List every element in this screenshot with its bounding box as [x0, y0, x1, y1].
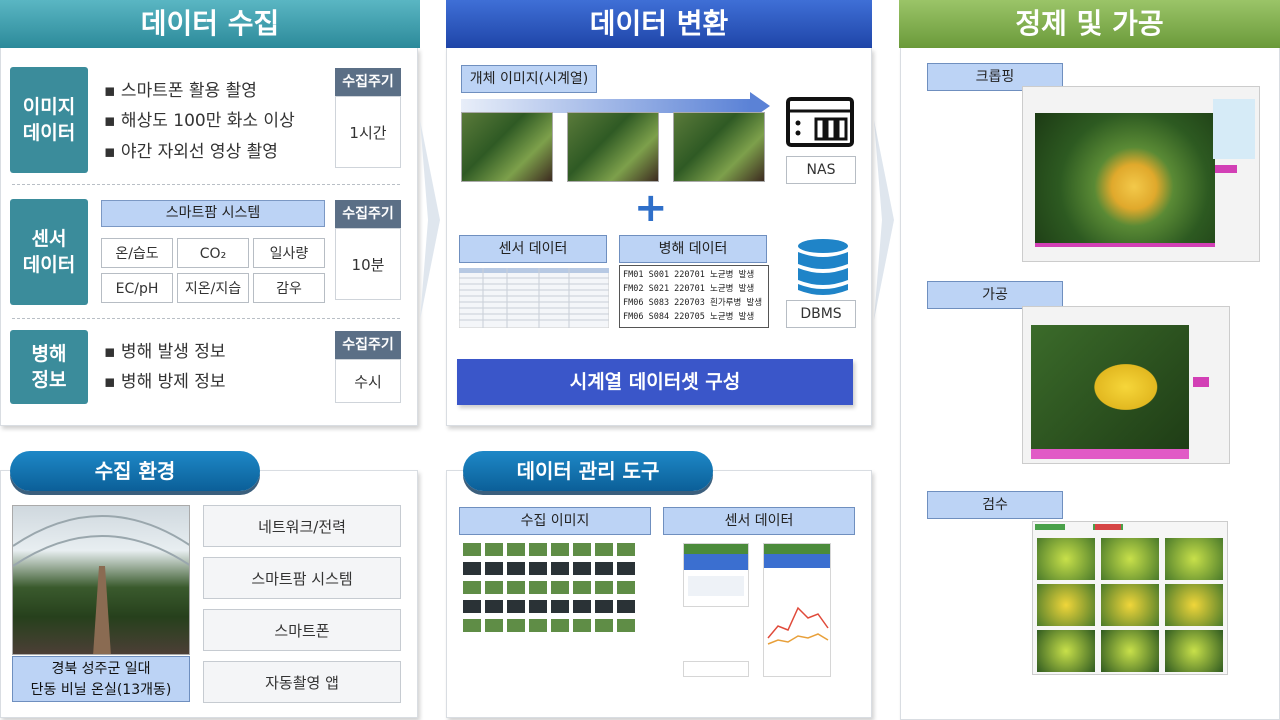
inspection-step-label: 검수 [927, 491, 1063, 519]
image-bullet-1: ▪ 스마트폰 활용 촬영 [104, 81, 257, 101]
image-bullet-3: ▪ 야간 자외선 영상 촬영 [104, 142, 278, 162]
sensor-app-screen-1 [683, 543, 749, 607]
cropping-screenshot [1022, 86, 1260, 262]
sensor-data-tool-label: 센서 데이터 [663, 507, 855, 535]
sensor-item: CO₂ [177, 238, 249, 268]
disease-data-category: 병해 정보 [10, 330, 88, 404]
smartfarm-system-bar: 스마트팜 시스템 [101, 200, 325, 227]
divider [12, 318, 400, 319]
timeline-arrow [461, 99, 751, 113]
disease-row: FM06 S084 220705 노균병 발생 [623, 312, 755, 322]
plant-image-thumbnail [673, 112, 765, 182]
disease-data-label: 병해 데이터 [619, 235, 767, 263]
disease-bullet-2: ▪ 병해 방제 정보 [104, 372, 226, 392]
nas-label: NAS [786, 156, 856, 184]
sensor-item: 온/습도 [101, 238, 173, 268]
greenhouse-photo [12, 505, 190, 655]
database-icon [798, 239, 848, 295]
plant-image-thumbnail [567, 112, 659, 182]
refine-header: 정제 및 가공 [899, 0, 1280, 48]
sensor-item: EC/pH [101, 273, 173, 303]
sensor-table-preview [459, 268, 609, 328]
processing-screenshot [1022, 306, 1230, 464]
environment-item-network: 네트워크/전력 [203, 505, 401, 547]
disease-table: FM01 S001 220701 노균병 발생 FM02 S021 220701… [619, 265, 769, 328]
conversion-header: 데이터 변환 [446, 0, 872, 48]
sensor-cycle-value: 10분 [335, 228, 401, 300]
nas-icon [786, 97, 854, 147]
sensor-data-label: 센서 데이터 [459, 235, 607, 263]
disease-row: FM01 S001 220701 노균병 발생 [623, 270, 755, 280]
plant-image-thumbnail [461, 112, 553, 182]
sensor-item: 감우 [253, 273, 325, 303]
sensor-item: 일사량 [253, 238, 325, 268]
sensor-cycle-label: 수집주기 [335, 200, 401, 228]
divider [12, 184, 400, 185]
image-cycle-label: 수집주기 [335, 68, 401, 96]
sensor-data-category: 센서 데이터 [10, 199, 88, 305]
disease-cycle-label: 수집주기 [335, 331, 401, 359]
environment-item-smartfarm: 스마트팜 시스템 [203, 557, 401, 599]
image-bullet-2: ▪ 해상도 100만 화소 이상 [104, 111, 295, 131]
collected-image-label: 수집 이미지 [459, 507, 651, 535]
image-series-label: 개체 이미지(시계열) [461, 65, 597, 93]
image-cycle-value: 1시간 [335, 96, 401, 168]
plus-sign: + [634, 185, 668, 231]
disease-cycle-value: 수시 [335, 359, 401, 403]
inspection-screenshot [1032, 521, 1228, 675]
sensor-item: 지온/지습 [177, 273, 249, 303]
image-grid-preview [461, 541, 641, 637]
sensor-app-screen-2 [763, 543, 831, 677]
disease-row: FM06 S083 220703 흰가루병 발생 [623, 298, 763, 308]
image-data-category: 이미지 데이터 [10, 67, 88, 173]
flow-arrow-icon [874, 120, 894, 320]
sensor-app-screen-1-footer [683, 661, 749, 677]
environment-item-smartphone: 스마트폰 [203, 609, 401, 651]
disease-bullet-1: ▪ 병해 발생 정보 [104, 342, 226, 362]
environment-header: 수집 환경 [10, 451, 260, 491]
dataset-build-button[interactable]: 시계열 데이터셋 구성 [457, 359, 853, 405]
tools-header: 데이터 관리 도구 [463, 451, 713, 491]
flow-arrow-icon [420, 120, 440, 320]
collection-header: 데이터 수집 [0, 0, 420, 48]
disease-row: FM02 S021 220701 노균병 발생 [623, 284, 755, 294]
dbms-label: DBMS [786, 300, 856, 328]
environment-item-auto-capture-app: 자동촬영 앱 [203, 661, 401, 703]
processing-step-label: 가공 [927, 281, 1063, 309]
location-caption: 경북 성주군 일대 단동 비닐 온실(13개동) [12, 656, 190, 702]
